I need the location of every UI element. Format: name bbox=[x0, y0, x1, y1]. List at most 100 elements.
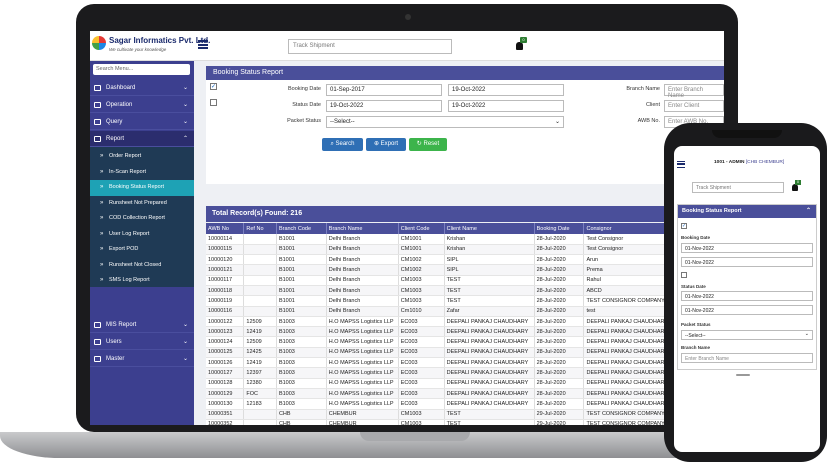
table-cell: DEEPALI PANKAJ CHAUDHARY bbox=[444, 357, 535, 369]
submenu-runsheet-not-closed[interactable]: Runsheet Not Closed bbox=[90, 258, 194, 274]
table-row[interactable]: 10000352 CHB CHEMBUR CM1003 TEST 29-Jul-2020 T… bbox=[206, 419, 724, 425]
table-cell: H.O MAPSS Logistics LLP bbox=[326, 347, 399, 359]
phone-scroll-indicator[interactable] bbox=[736, 374, 750, 376]
table-row[interactable]: 10000122 12509 B1003 H.O MAPSS Logistics LL… bbox=[206, 316, 724, 328]
table-row[interactable]: 10000119 B1001 Delhi Branch CM1003 TEST 28-Ju… bbox=[206, 295, 724, 307]
company-logo[interactable]: Sagar Informatics Pvt. Ltd. We cultivate… bbox=[92, 34, 210, 58]
sidebar-item-users[interactable]: Users ⌄ bbox=[90, 334, 194, 350]
table-row[interactable]: 10000116 B1001 Delhi Branch Cm1010 Zafar 28-J… bbox=[206, 306, 724, 317]
phone-booking-date-from-input[interactable]: 01-Nov-2022 bbox=[681, 243, 813, 253]
table-row[interactable]: 10000130 12183 B1003 H.O MAPSS Logistics LL… bbox=[206, 398, 724, 410]
table-cell bbox=[243, 234, 277, 245]
phone-booking-date-to-input[interactable]: 01-Nov-2022 bbox=[681, 257, 813, 267]
menu-toggle-icon[interactable] bbox=[198, 40, 208, 49]
phone-booking-date-checkbox[interactable]: ✓ bbox=[681, 223, 687, 229]
column-header[interactable]: Client Name bbox=[444, 223, 535, 234]
table-row[interactable]: 10000123 12419 B1003 H.O MAPSS Logistics LL… bbox=[206, 326, 724, 338]
column-header[interactable]: Ref No bbox=[243, 223, 277, 234]
submenu-cod-collection-report[interactable]: COD Collection Report bbox=[90, 211, 194, 227]
table-row[interactable]: 10000117 B1001 Delhi Branch CM1003 TEST 28-Ju… bbox=[206, 275, 724, 286]
column-header[interactable]: Branch Code bbox=[276, 223, 327, 234]
column-header[interactable]: Client Code bbox=[398, 223, 445, 234]
phone-bell-icon[interactable] bbox=[792, 184, 798, 191]
table-cell: 12509 bbox=[243, 316, 277, 328]
table-cell bbox=[243, 244, 277, 256]
table-row[interactable]: 10000129 FOC B1003 H.O MAPSS Logistics LLP E… bbox=[206, 388, 724, 400]
table-cell bbox=[243, 264, 277, 276]
table-row[interactable]: 10000127 12397 B1003 H.O MAPSS Logistics LL… bbox=[206, 367, 724, 379]
branch-name-input[interactable]: Enter Branch Name bbox=[664, 84, 724, 99]
column-header[interactable]: AWB No bbox=[206, 223, 245, 234]
table-row[interactable]: 10000115 B1001 Delhi Branch CM1001 Krishan 28… bbox=[206, 244, 724, 256]
packet-status-select[interactable]: --Select-- ⌄ bbox=[326, 116, 564, 128]
table-cell: B1003 bbox=[276, 326, 327, 338]
table-cell: 12419 bbox=[243, 326, 277, 338]
submenu-booking-status-report[interactable]: Booking Status Report bbox=[90, 180, 194, 196]
booking-date-from-input[interactable]: 01-Sep-2017 bbox=[326, 84, 442, 96]
column-header[interactable]: Branch Name bbox=[326, 223, 399, 234]
table-row[interactable]: 10000125 12425 B1003 H.O MAPSS Logistics LL… bbox=[206, 347, 724, 359]
table-cell: 10000352 bbox=[206, 419, 245, 425]
table-row[interactable]: 10000118 B1001 Delhi Branch CM1003 TEST 28-Ju… bbox=[206, 285, 724, 297]
table-cell: DEEPALI PANKAJ CHAUDHARY bbox=[444, 316, 535, 328]
sidebar-item-report[interactable]: Report ⌃ bbox=[90, 131, 194, 147]
status-date-checkbox[interactable] bbox=[210, 99, 217, 106]
sidebar-item-master[interactable]: Master ⌄ bbox=[90, 351, 194, 367]
table-cell: 29-Jul-2020 bbox=[534, 419, 585, 425]
table-cell: 28-Jul-2020 bbox=[534, 285, 585, 297]
reset-button[interactable]: ↻ Reset bbox=[409, 138, 447, 151]
table-cell: CM1003 bbox=[398, 275, 445, 286]
booking-date-to-input[interactable]: 19-Oct-2022 bbox=[448, 84, 564, 96]
table-row[interactable]: 10000351 CHB CHEMBUR CM1003 TEST 29-Jul-2020 T… bbox=[206, 409, 724, 420]
table-row[interactable]: 10000128 12380 B1003 H.O MAPSS Logistics LL… bbox=[206, 378, 724, 389]
table-cell: 28-Jul-2020 bbox=[534, 347, 585, 359]
booking-date-checkbox[interactable]: ✓ bbox=[210, 83, 217, 90]
laptop-screen: Sagar Informatics Pvt. Ltd. We cultivate… bbox=[90, 31, 724, 425]
table-cell: 29-Jul-2020 bbox=[534, 409, 585, 420]
table-cell: CM1003 bbox=[398, 419, 445, 425]
phone-report-title[interactable]: Booking Status Report ⌃ bbox=[678, 205, 816, 218]
table-cell: CHB bbox=[276, 409, 327, 420]
bell-icon[interactable] bbox=[516, 42, 523, 50]
submenu-user-log-report[interactable]: User Log Report bbox=[90, 227, 194, 243]
phone-menu-toggle-icon[interactable] bbox=[677, 161, 685, 168]
submenu-runsheet-not-prepared[interactable]: Runsheet Not Prepared bbox=[90, 196, 194, 212]
phone-packet-status-select[interactable]: --Select-- ⌄ bbox=[681, 330, 813, 340]
phone-packet-status-value: --Select-- bbox=[685, 332, 706, 339]
phone-user-info[interactable]: 1001 - ADMIN [CHB CHEMBUR] bbox=[714, 160, 784, 165]
track-shipment-input[interactable]: Track Shipment bbox=[288, 39, 452, 54]
phone-status-date-checkbox[interactable] bbox=[681, 272, 687, 278]
table-cell: Delhi Branch bbox=[326, 254, 399, 266]
logo-icon bbox=[92, 36, 106, 50]
status-date-to-input[interactable]: 19-Oct-2022 bbox=[448, 100, 564, 112]
menu-search-input[interactable]: Search Menu... bbox=[93, 64, 190, 75]
chevron-up-icon: ⌃ bbox=[805, 208, 811, 214]
client-input[interactable]: Enter Client bbox=[664, 100, 724, 112]
table-row[interactable]: 10000126 12419 B1003 H.O MAPSS Logistics LL… bbox=[206, 357, 724, 369]
table-row[interactable]: 10000114 B1001 Delhi Branch CM1001 Krishan 28… bbox=[206, 234, 724, 245]
submenu-export-pod[interactable]: Export POD bbox=[90, 242, 194, 258]
phone-booking-date-label: Booking Date bbox=[681, 235, 711, 240]
phone-status-date-from-input[interactable]: 01-Nov-2022 bbox=[681, 291, 813, 301]
search-button[interactable]: ⌕ Search bbox=[322, 138, 363, 151]
phone-branch-name-input[interactable]: Enter Branch Name bbox=[681, 353, 813, 363]
table-row[interactable]: 10000124 12509 B1003 H.O MAPSS Logistics LL… bbox=[206, 336, 724, 348]
column-header[interactable]: Booking Date bbox=[534, 223, 585, 234]
submenu-in-scan-report[interactable]: In-Scan Report bbox=[90, 165, 194, 181]
submenu-order-report[interactable]: Order Report bbox=[90, 149, 194, 165]
table-row[interactable]: 10000120 B1001 Delhi Branch CM1002 SIPL 28-Ju… bbox=[206, 254, 724, 266]
sidebar-item-mis-report[interactable]: MIS Report ⌄ bbox=[90, 317, 194, 333]
table-row[interactable]: 10000121 B1001 Delhi Branch CM1002 SIPL 28-Ju… bbox=[206, 264, 724, 276]
phone-track-shipment-input[interactable]: Track Shipment bbox=[692, 182, 784, 193]
status-date-from-input[interactable]: 19-Oct-2022 bbox=[326, 100, 442, 112]
export-button[interactable]: ⊕ Export bbox=[366, 138, 406, 151]
sidebar-item-operation[interactable]: Operation ⌄ bbox=[90, 97, 194, 113]
submenu-sms-log-report[interactable]: SMS Log Report bbox=[90, 273, 194, 289]
query-icon bbox=[94, 119, 101, 125]
phone-status-date-to-input[interactable]: 01-Nov-2022 bbox=[681, 305, 813, 315]
sidebar-item-query[interactable]: Query ⌄ bbox=[90, 114, 194, 130]
sidebar-item-label: MIS Report bbox=[106, 322, 137, 328]
sidebar-item-dashboard[interactable]: Dashboard ⌄ bbox=[90, 80, 194, 96]
table-cell: 10000123 bbox=[206, 326, 245, 338]
table-cell: 28-Jul-2020 bbox=[534, 254, 585, 266]
